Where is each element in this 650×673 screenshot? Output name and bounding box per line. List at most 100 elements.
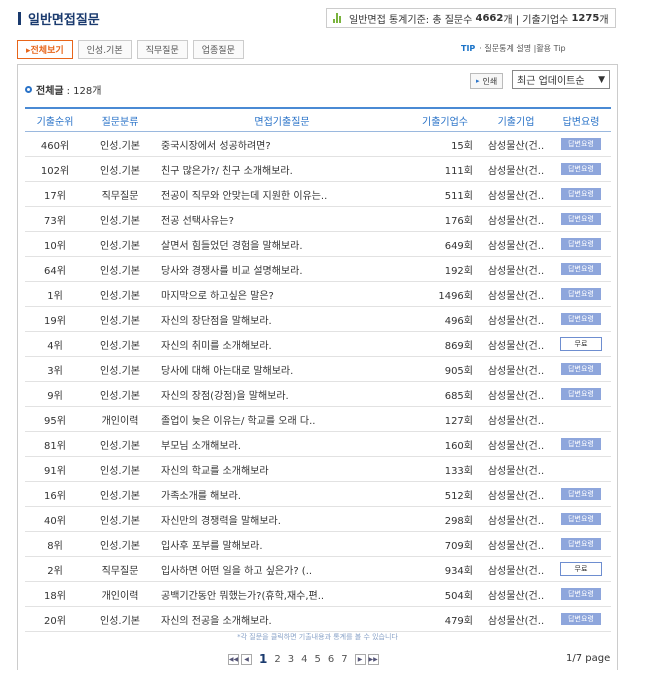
- answer-tip-button[interactable]: 답변요령: [561, 588, 601, 600]
- page-link[interactable]: 2: [274, 654, 280, 665]
- table-row[interactable]: 460위 인성.기본 중국시장에서 성공하려면? 15회 삼성물산(건.. 답변요령: [25, 131, 611, 157]
- rank-cell: 40위: [25, 506, 85, 532]
- question-link[interactable]: 중국시장에서 성공하려면?: [155, 131, 409, 157]
- question-link[interactable]: 마지막으로 하고싶은 말은?: [155, 281, 409, 307]
- stats-sep: 개 | 기출기업수: [503, 14, 569, 26]
- footnote: *각 질문을 클릭하면 기출내용과 통계를 볼 수 있습니다: [237, 633, 398, 641]
- table-row[interactable]: 8위 인성.기본 입사후 포부를 말해보라. 709회 삼성물산(건.. 답변요령: [25, 531, 611, 557]
- answer-tip-button[interactable]: 답변요령: [561, 488, 601, 500]
- category-cell: 인성.기본: [85, 156, 155, 182]
- company-cell: 삼성물산(건..: [481, 306, 551, 332]
- table-row[interactable]: 64위 인성.기본 당사와 경쟁사를 비교 설명해보라. 192회 삼성물산(건.. 답변…: [25, 256, 611, 282]
- question-link[interactable]: 전공이 직무와 안맞는데 지원한 이유는..: [155, 181, 409, 207]
- tab-personality[interactable]: 인성.기본: [77, 40, 132, 59]
- answer-tip-cell: 답변요령: [551, 156, 611, 182]
- page-link[interactable]: 4: [301, 654, 307, 665]
- answer-tip-button[interactable]: 답변요령: [561, 188, 601, 200]
- question-panel: 전체글 : 128개 ▸ 인쇄 최근 업데이트순 ▼ 기출순위 질문분류 면접기…: [17, 64, 618, 670]
- page-link[interactable]: 6: [328, 654, 334, 665]
- play-icon: ▸: [476, 77, 480, 85]
- question-link[interactable]: 전공 선택사유는?: [155, 206, 409, 232]
- question-link[interactable]: 졸업이 늦은 이유는/ 학교를 오래 다..: [155, 406, 409, 432]
- answer-tip-button[interactable]: 답변요령: [561, 313, 601, 325]
- free-badge[interactable]: 무료: [560, 562, 602, 576]
- print-button[interactable]: ▸ 인쇄: [470, 73, 504, 89]
- answer-tip-button[interactable]: 답변요령: [561, 363, 601, 375]
- page-link[interactable]: 5: [314, 654, 320, 665]
- tab-industry[interactable]: 업종질문: [192, 40, 244, 59]
- answer-tip-button[interactable]: 답변요령: [561, 263, 601, 275]
- table-row[interactable]: 19위 인성.기본 자신의 장단점을 말해보라. 496회 삼성물산(건.. 답변요령: [25, 306, 611, 332]
- table-row[interactable]: 73위 인성.기본 전공 선택사유는? 176회 삼성물산(건.. 답변요령: [25, 206, 611, 232]
- questions-table: 기출순위 질문분류 면접기출질문 기출기업수 기출기업 답변요령 460위 인성.…: [25, 107, 611, 632]
- tip-link[interactable]: TIP · 질문통계 설명 |활용 Tip: [461, 43, 566, 54]
- answer-tip-button[interactable]: 답변요령: [561, 388, 601, 400]
- table-row[interactable]: 10위 인성.기본 살면서 힘들었던 경험을 말해보라. 649회 삼성물산(건.. 답변…: [25, 231, 611, 257]
- question-link[interactable]: 가족소개를 해보라.: [155, 481, 409, 507]
- count-cell: 133회: [409, 456, 481, 482]
- category-cell: 인성.기본: [85, 506, 155, 532]
- answer-tip-button[interactable]: 답변요령: [561, 213, 601, 225]
- prev-page-button[interactable]: ◀: [241, 653, 252, 665]
- stats-question-count: 4662: [475, 12, 504, 24]
- table-row[interactable]: 40위 인성.기본 자신만의 경쟁력을 말해보라. 298회 삼성물산(건.. 답변요령: [25, 506, 611, 532]
- question-link[interactable]: 부모님 소개해보라.: [155, 431, 409, 457]
- table-row[interactable]: 81위 인성.기본 부모님 소개해보라. 160회 삼성물산(건.. 답변요령: [25, 431, 611, 457]
- table-row[interactable]: 102위 인성.기본 친구 많은가?/ 친구 소개해보라. 111회 삼성물산(건.. 답…: [25, 156, 611, 182]
- question-link[interactable]: 친구 많은가?/ 친구 소개해보라.: [155, 156, 409, 182]
- sort-select[interactable]: 최근 업데이트순 ▼: [512, 70, 610, 89]
- count-cell: 869회: [409, 331, 481, 357]
- company-cell: 삼성물산(건..: [481, 431, 551, 457]
- table-row[interactable]: 3위 인성.기본 당사에 대해 아는대로 말해보라. 905회 삼성물산(건.. 답변요령: [25, 356, 611, 382]
- category-cell: 인성.기본: [85, 606, 155, 632]
- answer-tip-button[interactable]: 답변요령: [561, 138, 601, 150]
- answer-tip-button[interactable]: 답변요령: [561, 163, 601, 175]
- page-link[interactable]: 3: [288, 654, 294, 665]
- page-link[interactable]: 1: [259, 652, 267, 666]
- rank-cell: 64위: [25, 256, 85, 282]
- question-link[interactable]: 자신의 취미를 소개해보라.: [155, 331, 409, 357]
- question-link[interactable]: 당사와 경쟁사를 비교 설명해보라.: [155, 256, 409, 282]
- question-link[interactable]: 입사후 포부를 말해보라.: [155, 531, 409, 557]
- first-page-button[interactable]: ◀◀: [228, 653, 239, 665]
- question-link[interactable]: 자신만의 경쟁력을 말해보라.: [155, 506, 409, 532]
- answer-tip-button[interactable]: 답변요령: [561, 238, 601, 250]
- table-row[interactable]: 16위 인성.기본 가족소개를 해보라. 512회 삼성물산(건.. 답변요령: [25, 481, 611, 507]
- table-row[interactable]: 17위 직무질문 전공이 직무와 안맞는데 지원한 이유는.. 511회 삼성물산(건.…: [25, 181, 611, 207]
- question-link[interactable]: 자신의 전공을 소개해보라.: [155, 606, 409, 632]
- answer-tip-button[interactable]: 답변요령: [561, 288, 601, 300]
- table-row[interactable]: 1위 인성.기본 마지막으로 하고싶은 말은? 1496회 삼성물산(건.. 답변요령: [25, 281, 611, 307]
- question-link[interactable]: 자신의 학교를 소개해보라: [155, 456, 409, 482]
- table-row[interactable]: 91위 인성.기본 자신의 학교를 소개해보라 133회 삼성물산(건..: [25, 456, 611, 482]
- col-answer-tip: 답변요령: [551, 107, 611, 132]
- question-link[interactable]: 당사에 대해 아는대로 말해보라.: [155, 356, 409, 382]
- col-category: 질문분류: [85, 107, 155, 132]
- answer-tip-button[interactable]: 답변요령: [561, 538, 601, 550]
- tab-all[interactable]: ▸전체보기: [17, 40, 73, 59]
- table-row[interactable]: 2위 직무질문 입사하면 어떤 일을 하고 싶은가? (.. 934회 삼성물산(건..…: [25, 556, 611, 582]
- tab-job[interactable]: 직무질문: [136, 40, 188, 59]
- answer-tip-cell: 답변요령: [551, 306, 611, 332]
- last-page-button[interactable]: ▶▶: [367, 653, 379, 665]
- table-row[interactable]: 9위 인성.기본 자신의 장점(강점)을 말해보라. 685회 삼성물산(건.. 답변요령: [25, 381, 611, 407]
- table-row[interactable]: 95위 개인이력 졸업이 늦은 이유는/ 학교를 오래 다.. 127회 삼성물산(건.…: [25, 406, 611, 432]
- table-row[interactable]: 20위 인성.기본 자신의 전공을 소개해보라. 479회 삼성물산(건.. 답변요령: [25, 606, 611, 632]
- answer-tip-button[interactable]: 답변요령: [561, 438, 601, 450]
- table-row[interactable]: 18위 개인이력 공백기간동안 뭐했는가?(휴학,재수,편.. 504회 삼성물산(건.…: [25, 581, 611, 607]
- answer-tip-button[interactable]: 답변요령: [561, 513, 601, 525]
- next-page-button[interactable]: ▶: [354, 653, 366, 665]
- table-row[interactable]: 4위 인성.기본 자신의 취미를 소개해보라. 869회 삼성물산(건.. 무료: [25, 331, 611, 357]
- answer-tip-cell: 답변요령: [551, 356, 611, 382]
- question-link[interactable]: 자신의 장단점을 말해보라.: [155, 306, 409, 332]
- col-company: 기출기업: [481, 107, 551, 132]
- page-link[interactable]: 7: [341, 654, 347, 665]
- question-link[interactable]: 입사하면 어떤 일을 하고 싶은가? (..: [155, 556, 409, 582]
- question-link[interactable]: 자신의 장점(강점)을 말해보라.: [155, 381, 409, 407]
- question-link[interactable]: 살면서 힘들었던 경험을 말해보라.: [155, 231, 409, 257]
- answer-tip-button[interactable]: 답변요령: [561, 613, 601, 625]
- free-badge[interactable]: 무료: [560, 337, 602, 351]
- count-cell: 649회: [409, 231, 481, 257]
- count-cell: 934회: [409, 556, 481, 582]
- question-link[interactable]: 공백기간동안 뭐했는가?(휴학,재수,편..: [155, 581, 409, 607]
- rank-cell: 73위: [25, 206, 85, 232]
